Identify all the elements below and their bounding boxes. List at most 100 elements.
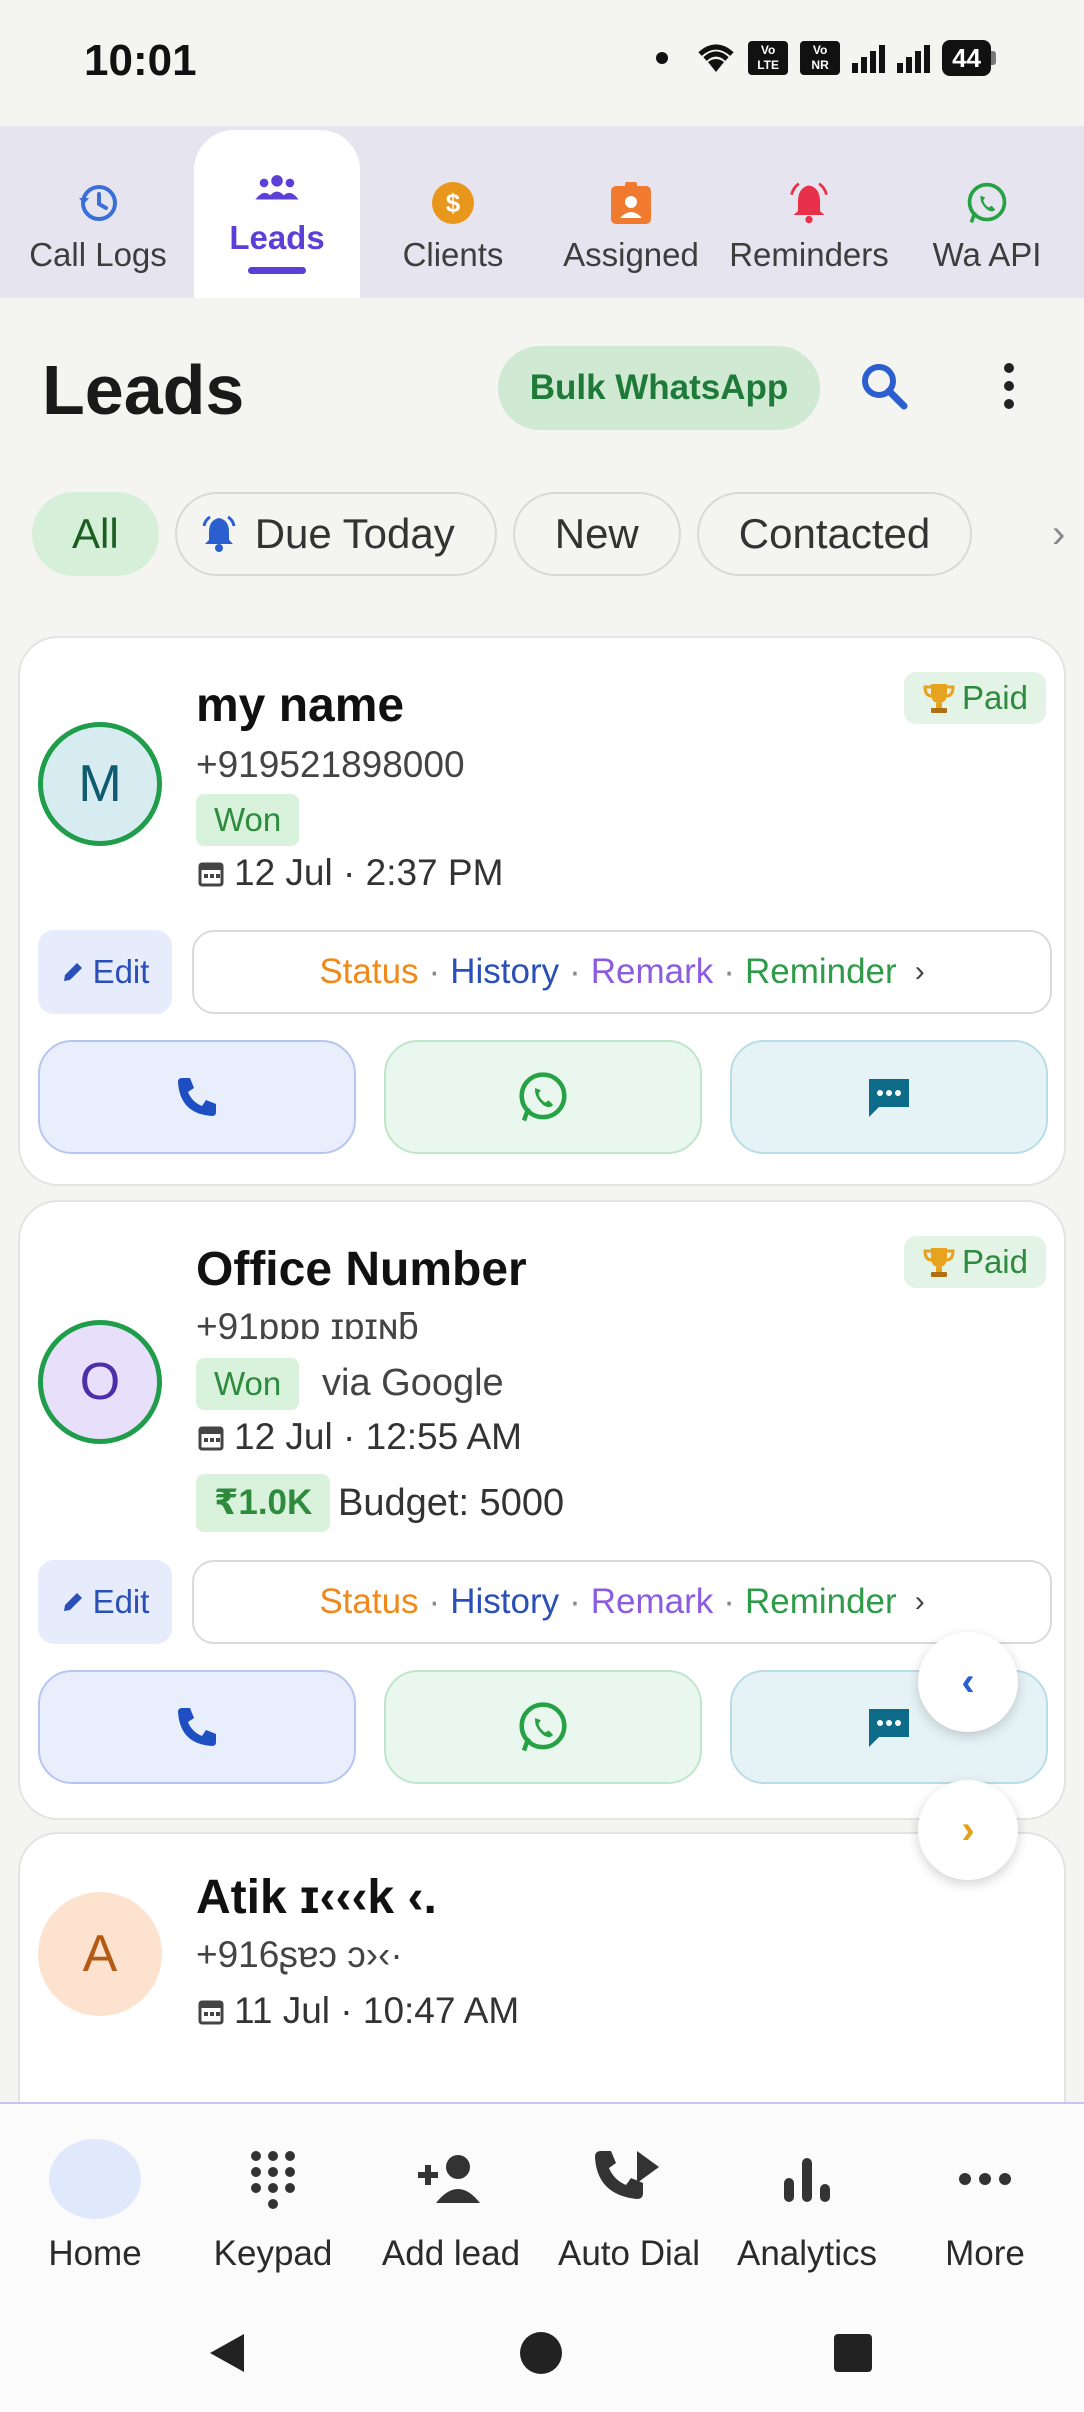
filter-due-today[interactable]: Due Today: [174, 492, 497, 576]
lead-phone: +91ɒɒɒ ɪɒɪɴƃ: [196, 1306, 419, 1347]
edit-label: Edit: [92, 1583, 150, 1620]
avatar: A: [38, 1892, 162, 2016]
history-link[interactable]: History: [450, 952, 559, 992]
whatsapp-icon: [519, 1072, 567, 1122]
scroll-left-button[interactable]: ‹: [918, 1632, 1018, 1732]
sim1-volte-icon: Vo LTE: [748, 41, 789, 75]
battery-level: 44: [942, 40, 991, 76]
lead-phone: +919521898000: [196, 744, 465, 785]
paid-badge: Paid: [903, 672, 1046, 724]
nav-label: Auto Dial: [557, 2234, 701, 2273]
lead-source: via Google: [322, 1362, 504, 1404]
lead-card[interactable]: O Office Number +91ɒɒɒ ɪɒɪɴƃ Won via Goo…: [18, 1200, 1066, 1820]
remark-link[interactable]: Remark: [591, 952, 714, 992]
bell-ring-icon: [786, 180, 832, 226]
page-title: Leads: [42, 351, 245, 429]
home-circle-icon[interactable]: [518, 2330, 564, 2376]
keypad-icon: [248, 2134, 298, 2224]
status-time: 10:01: [84, 36, 197, 85]
lead-name: my name: [196, 679, 405, 732]
date-text: 12 Jul · 2:37 PM: [234, 852, 504, 893]
nav-add-lead[interactable]: Add lead: [362, 2104, 540, 2294]
battery-icon: 44: [942, 40, 996, 76]
top-tabs: Call Logs Leads $ Clients Assigned Remin…: [0, 126, 1084, 298]
bottom-navigation: Home Keypad Add lead Auto Dial Analytics…: [0, 2102, 1084, 2292]
status-link[interactable]: Status: [319, 952, 418, 992]
scroll-right-button[interactable]: ›: [918, 1780, 1018, 1880]
lead-date: 11 Jul · 10:47 AM: [198, 1990, 519, 2032]
tab-label: Reminders: [729, 236, 889, 273]
active-tab-indicator: [248, 267, 306, 274]
tab-leads[interactable]: Leads: [194, 130, 360, 298]
budget-text: Budget: 5000: [338, 1482, 565, 1524]
lead-date: 12 Jul · 12:55 AM: [198, 1416, 522, 1458]
filter-new[interactable]: New: [512, 492, 681, 576]
tab-clients[interactable]: $ Clients: [364, 126, 542, 298]
edit-button[interactable]: Edit: [38, 930, 172, 1014]
status-bar: 10:01 Vo LTE Vo NR 44: [0, 0, 1084, 126]
separator: ·: [569, 1582, 581, 1621]
filter-contacted[interactable]: Contacted: [696, 492, 973, 576]
sms-button[interactable]: [730, 1040, 1048, 1154]
nav-label: Analytics: [736, 2234, 878, 2273]
whatsapp-icon: [519, 1702, 567, 1752]
avatar: O: [38, 1320, 162, 1444]
auto-dial-icon: [593, 2134, 665, 2224]
status-icons: Vo LTE Vo NR 44: [656, 40, 996, 76]
avatar: M: [38, 722, 162, 846]
filter-label: All: [72, 510, 119, 557]
tab-label: Call Logs: [29, 236, 167, 273]
filter-label: Due Today: [254, 510, 455, 557]
whatsapp-button[interactable]: [384, 1040, 702, 1154]
chevron-right-icon[interactable]: ›: [1052, 512, 1065, 557]
status-link[interactable]: Status: [319, 1582, 418, 1622]
lead-name: Atik ɪ‹‹‹k ‹.: [196, 1871, 437, 1924]
tab-assigned[interactable]: Assigned: [542, 126, 720, 298]
lead-name: Office Number: [196, 1243, 527, 1296]
tab-wa-api[interactable]: Wa API: [898, 126, 1076, 298]
bar-chart-icon: [780, 2134, 834, 2224]
add-person-icon: [416, 2134, 486, 2224]
search-button[interactable]: [854, 356, 914, 416]
nav-home[interactable]: Home: [6, 2104, 184, 2294]
reminder-link[interactable]: Reminder: [745, 952, 897, 992]
wifi-icon: [698, 44, 734, 72]
history-link[interactable]: History: [450, 1582, 559, 1622]
filter-label: Contacted: [738, 510, 931, 557]
lead-actions-bar[interactable]: Status · History · Remark · Reminder ›: [192, 1560, 1052, 1644]
lead-card[interactable]: M my name +919521898000 Won 12 Jul · 2:3…: [18, 636, 1066, 1186]
lead-phone: +916ʂɐɔ ɔ›‹·: [196, 1934, 403, 1975]
lead-actions-bar[interactable]: Status · History · Remark · Reminder ›: [192, 930, 1052, 1014]
reminder-link[interactable]: Reminder: [745, 1582, 897, 1622]
whatsapp-button[interactable]: [384, 1670, 702, 1784]
tab-label: Assigned: [563, 236, 699, 273]
amount-badge: ₹1.0K: [196, 1474, 331, 1532]
calendar-icon: [198, 862, 224, 887]
nav-label: Keypad: [213, 2234, 333, 2273]
call-button[interactable]: [38, 1670, 356, 1784]
dollar-coin-icon: $: [430, 180, 476, 226]
nav-auto-dial[interactable]: Auto Dial: [540, 2104, 718, 2294]
recents-icon[interactable]: [830, 2330, 876, 2376]
remark-link[interactable]: Remark: [591, 1582, 714, 1622]
nav-more[interactable]: More: [896, 2104, 1074, 2294]
filter-all[interactable]: All: [32, 492, 159, 576]
bulk-whatsapp-button[interactable]: Bulk WhatsApp: [498, 346, 820, 430]
separator: ·: [723, 1582, 735, 1621]
message-icon: [869, 1709, 909, 1747]
overflow-menu-button[interactable]: [986, 356, 1032, 416]
trophy-icon: [923, 1248, 955, 1277]
signal-1-icon: [852, 43, 886, 73]
back-icon[interactable]: [204, 2330, 250, 2376]
search-icon: [862, 364, 908, 410]
nav-label: Add lead: [381, 2234, 521, 2273]
tab-call-logs[interactable]: Call Logs: [0, 126, 196, 298]
nav-label: Home: [48, 2234, 142, 2273]
more-horizontal-icon: [958, 2134, 1012, 2224]
call-button[interactable]: [38, 1040, 356, 1154]
edit-button[interactable]: Edit: [38, 1560, 172, 1644]
nav-analytics[interactable]: Analytics: [718, 2104, 896, 2294]
tab-reminders[interactable]: Reminders: [720, 126, 898, 298]
nav-keypad[interactable]: Keypad: [184, 2104, 362, 2294]
nav-label: More: [945, 2234, 1025, 2273]
